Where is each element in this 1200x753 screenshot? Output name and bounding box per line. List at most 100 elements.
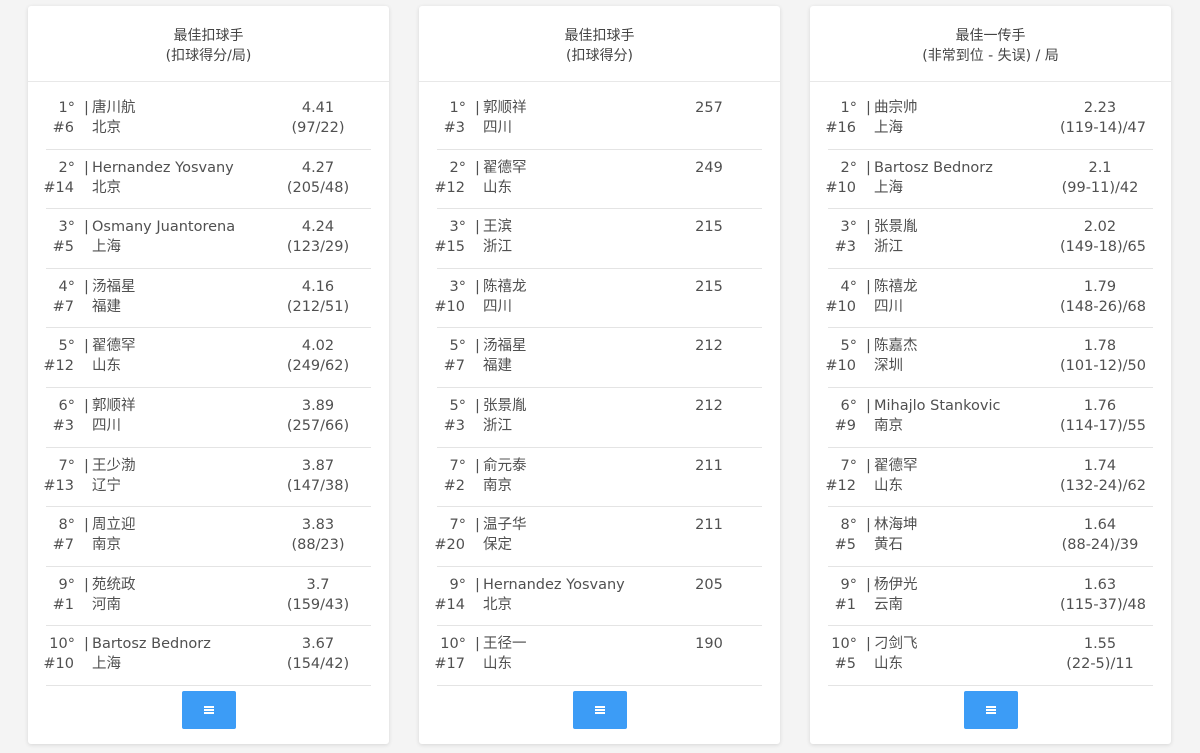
ranking-row[interactable]: 2° | Bartosz Bednorz #10 上海 2.1 (99-11)/42 [825,150,1153,210]
player-name: 汤福星 [483,338,527,355]
ranking-row[interactable]: 5° | 翟德罕 #12 山东 4.02 (249/62) [43,328,371,388]
ranking-row[interactable]: 6° | 郭顺祥 #3 四川 3.89 (257/66) [46,388,371,448]
rank-label: 7° [58,457,75,474]
jersey-number: #15 [434,239,465,256]
ranking-row[interactable]: 9° | Hernandez Yosvany #14 北京 205 [434,567,762,627]
ranking-row[interactable]: 5° | 张景胤 #3 浙江 212 [437,388,762,448]
team-name: 南京 [874,417,903,434]
leaderboard-card: 最佳扣球手 (扣球得分) 1° | 郭顺祥 #3 四川 257 2° | 翟德罕 #12 山东 249 3°… [419,6,780,744]
ranking-row[interactable]: 6° | Mihajlo Stankovic #9 南京 1.76 (114-17)/55 [828,388,1153,448]
player-name: Mihajlo Stankovic [874,397,1001,414]
stat-value: 3.67 [301,636,335,653]
ranking-row[interactable]: 3° | 陈禧龙 #10 四川 215 [434,269,762,329]
separator: | [475,219,480,236]
rank-label: 10° [440,636,466,653]
team-name: 山东 [483,656,512,673]
rank-label: 5° [449,338,466,355]
separator: | [475,517,480,534]
jersey-number: #10 [43,656,74,673]
ranking-row[interactable]: 7° | 翟德罕 #12 山东 1.74 (132-24)/62 [825,448,1153,508]
stat-value: 2.02 [1083,219,1117,236]
jersey-number: #3 [834,239,856,256]
team-name: 上海 [92,239,121,256]
ranking-row[interactable]: 10° | 刁剑飞 #5 山东 1.55 (22-5)/11 [828,626,1153,686]
stat-detail: (132-24)/62 [1060,477,1147,494]
stat-detail: (99-11)/42 [1061,179,1139,196]
stat-detail: (147/38) [286,477,350,494]
team-name: 河南 [92,596,121,613]
stat-detail: (97/22) [291,120,345,136]
ranking-row[interactable]: 5° | 陈嘉杰 #10 深圳 1.78 (101-12)/50 [825,328,1153,388]
ranking-row[interactable]: 7° | 俞元泰 #2 南京 211 [437,448,762,508]
team-name: 山东 [92,358,121,375]
ranking-row[interactable]: 9° | 杨伊光 #1 云南 1.63 (115-37)/48 [828,567,1153,627]
ranking-row[interactable]: 3° | 王滨 #15 浙江 215 [434,209,762,269]
player-name: 郭顺祥 [483,100,527,116]
player-name: 张景胤 [874,219,918,236]
rank-label: 3° [58,219,75,236]
show-more-button[interactable] [573,691,627,729]
team-name: 福建 [92,298,121,315]
jersey-number: #12 [825,477,856,494]
ranking-row[interactable]: 10° | Bartosz Bednorz #10 上海 3.67 (154/42) [43,626,371,686]
team-name: 浙江 [874,239,903,256]
separator: | [866,338,871,355]
separator: | [866,278,871,295]
ranking-row[interactable]: 1° | 曲宗帅 #16 上海 2.23 (119-14)/47 [825,90,1153,150]
team-name: 辽宁 [92,477,121,494]
player-name: 陈禧龙 [483,278,527,295]
jersey-number: #2 [443,477,465,494]
player-name: 刁剑飞 [874,636,918,653]
stat-value: 257 [695,100,723,116]
player-name: 林海坤 [874,517,918,534]
ranking-row[interactable]: 9° | 苑统政 #1 河南 3.7 (159/43) [46,567,371,627]
ranking-list: 1° | 曲宗帅 #16 上海 2.23 (119-14)/47 2° | Bartosz Bed… [825,90,1153,686]
player-name: 郭顺祥 [92,397,136,414]
leaderboard-card: 最佳扣球手 (扣球得分/局) 1° | 唐川航 #6 北京 4.41 (97/22) 2° | Her… [28,6,389,744]
card-subtitle: (非常到位 - 失误) / 局 [922,48,1059,64]
jersey-number: #5 [834,656,856,673]
stat-value: 211 [695,457,723,474]
player-name: Bartosz Bednorz [92,636,211,653]
ranking-row[interactable]: 8° | 林海坤 #5 黄石 1.64 (88-24)/39 [828,507,1153,567]
ranking-row[interactable]: 7° | 王少渤 #13 辽宁 3.87 (147/38) [43,448,371,508]
stat-value: 215 [695,278,723,295]
card-subtitle: (扣球得分) [566,48,633,64]
team-name: 四川 [483,120,512,136]
ranking-row[interactable]: 1° | 郭顺祥 #3 四川 257 [437,90,762,150]
stat-value: 1.79 [1083,278,1117,295]
ranking-row[interactable]: 5° | 汤福星 #7 福建 212 [437,328,762,388]
ranking-row[interactable]: 4° | 汤福星 #7 福建 4.16 (212/51) [46,269,371,329]
ranking-row[interactable]: 4° | 陈禧龙 #10 四川 1.79 (148-26)/68 [825,269,1153,329]
ranking-row[interactable]: 2° | 翟德罕 #12 山东 249 [434,150,762,210]
jersey-number: #10 [825,358,856,375]
card-header: 最佳一传手 (非常到位 - 失误) / 局 [810,6,1171,82]
stat-value: 212 [695,397,723,414]
jersey-number: #12 [434,179,465,196]
ranking-row[interactable]: 10° | 王径一 #17 山东 190 [434,626,762,686]
team-name: 北京 [92,179,121,196]
ranking-row[interactable]: 8° | 周立迎 #7 南京 3.83 (88/23) [46,507,371,567]
show-more-button[interactable] [964,691,1018,729]
ranking-row[interactable]: 3° | Osmany Juantorena #5 上海 4.24 (123/29) [46,209,371,269]
stat-value: 1.78 [1083,338,1117,355]
ranking-row[interactable]: 7° | 温子华 #20 保定 211 [434,507,762,567]
separator: | [84,100,89,116]
show-more-button[interactable] [182,691,236,729]
rank-label: 3° [449,278,466,295]
card-title: 最佳一传手 [955,28,1026,44]
ranking-row[interactable]: 3° | 张景胤 #3 浙江 2.02 (149-18)/65 [828,209,1153,269]
ranking-row[interactable]: 1° | 唐川航 #6 北京 4.41 (97/22) [46,90,371,150]
stat-value: 4.16 [301,278,335,295]
stat-detail: (205/48) [286,179,350,196]
player-name: Hernandez Yosvany [92,159,234,176]
stat-detail: (212/51) [286,298,350,315]
ranking-row[interactable]: 2° | Hernandez Yosvany #14 北京 4.27 (205/48) [43,150,371,210]
jersey-number: #7 [443,358,465,375]
separator: | [475,278,480,295]
team-name: 保定 [483,537,512,554]
rank-label: 9° [58,576,75,593]
rank-label: 3° [449,219,466,236]
ranking-list: 1° | 唐川航 #6 北京 4.41 (97/22) 2° | Hernandez Yosvan… [43,90,371,686]
rank-label: 1° [58,100,75,116]
